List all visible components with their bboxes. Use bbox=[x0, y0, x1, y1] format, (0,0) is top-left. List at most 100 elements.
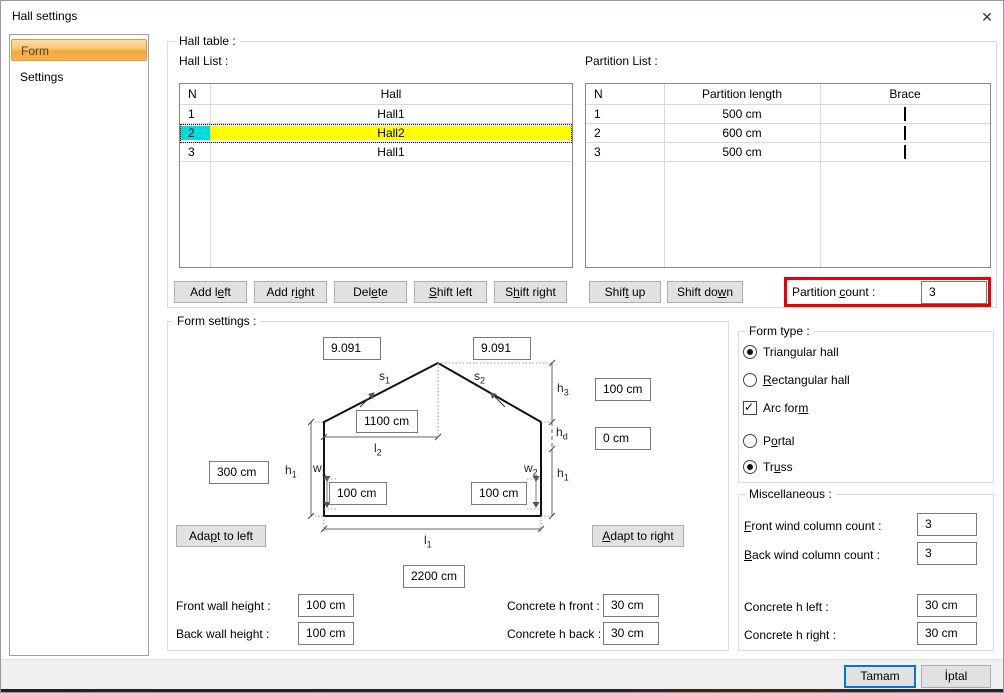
shift-up-button[interactable]: Shift up bbox=[589, 281, 661, 303]
concrete-h-left-input[interactable]: 30 cm bbox=[917, 594, 977, 617]
hall-list-header-row: N Hall bbox=[180, 84, 572, 105]
partition-row-3[interactable]: 3 500 cm bbox=[586, 143, 990, 162]
col-header-n: N bbox=[180, 87, 210, 101]
l1-input[interactable]: 2200 cm bbox=[403, 565, 465, 588]
cancel-button[interactable]: İptal bbox=[921, 665, 991, 688]
ok-button[interactable]: Tamam bbox=[844, 665, 916, 688]
add-left-button[interactable]: Add left bbox=[174, 281, 247, 303]
dim-label-h1-left: h1 bbox=[285, 463, 297, 479]
back-wind-column-count-label: Back wind column count : bbox=[744, 548, 880, 562]
cell-brace bbox=[820, 107, 990, 121]
checkbox-icon: ✓ bbox=[743, 401, 757, 415]
cell-n: 3 bbox=[180, 145, 210, 159]
adapt-to-right-button[interactable]: Adapt to right bbox=[592, 525, 684, 547]
radio-triangular-hall[interactable]: Triangular hall bbox=[743, 345, 839, 359]
hall-settings-dialog: Hall settings ✕ Form Settings Hall table… bbox=[0, 0, 1004, 693]
option-label: Arc form bbox=[763, 401, 808, 415]
slope-right-input[interactable]: 9.091 bbox=[473, 337, 531, 360]
partition-row-2[interactable]: 2 600 cm bbox=[586, 124, 990, 143]
h1-input[interactable]: 300 cm bbox=[209, 461, 269, 484]
shift-down-button[interactable]: Shift down bbox=[667, 281, 743, 303]
front-wall-height-label: Front wall height : bbox=[176, 599, 271, 613]
form-type-group-label: Form type : bbox=[745, 324, 814, 338]
cell-partition-length: 500 cm bbox=[664, 107, 820, 121]
front-wind-column-count-input[interactable]: 3 bbox=[917, 513, 977, 536]
cell-hall: Hall2 bbox=[210, 126, 572, 140]
concrete-h-back-label: Concrete h back : bbox=[507, 627, 601, 641]
concrete-h-right-input[interactable]: 30 cm bbox=[917, 622, 977, 645]
concrete-h-right-label: Concrete h right : bbox=[744, 628, 836, 642]
h3-input[interactable]: 100 cm bbox=[595, 378, 651, 401]
option-label: Triangular hall bbox=[763, 345, 839, 359]
dim-label-l1: l1 bbox=[424, 533, 432, 549]
hall-table-group-label: Hall table : bbox=[175, 34, 240, 48]
miscellaneous-group-label: Miscellaneous : bbox=[745, 487, 836, 501]
brace-checkbox[interactable] bbox=[904, 145, 906, 159]
concrete-h-left-label: Concrete h left : bbox=[744, 600, 829, 614]
brace-checkbox[interactable] bbox=[904, 126, 906, 140]
back-wall-height-input[interactable]: 100 cm bbox=[298, 622, 354, 645]
add-right-button[interactable]: Add right bbox=[254, 281, 327, 303]
partition-row-1[interactable]: 1 500 cm bbox=[586, 105, 990, 124]
shift-left-button[interactable]: Shift left bbox=[414, 281, 487, 303]
back-wall-height-label: Back wall height : bbox=[176, 627, 269, 641]
col-header-hall: Hall bbox=[210, 87, 572, 101]
hall-list-row-1[interactable]: 1 Hall1 bbox=[180, 105, 572, 124]
brace-checkbox[interactable] bbox=[904, 107, 906, 121]
dim-label-h1-right: h1 bbox=[557, 466, 569, 482]
radio-rectangular-hall[interactable]: Rectangular hall bbox=[743, 373, 850, 387]
cell-hall: Hall1 bbox=[210, 145, 572, 159]
hall-list-table: N Hall 1 Hall1 2 Hall2 3 Hall1 bbox=[179, 83, 573, 268]
shift-right-button[interactable]: Shift right bbox=[494, 281, 567, 303]
checkbox-arc-form[interactable]: ✓ Arc form bbox=[743, 401, 808, 415]
sidebar-item-form[interactable]: Form bbox=[11, 39, 147, 61]
radio-truss[interactable]: Truss bbox=[743, 460, 793, 474]
front-wall-height-input[interactable]: 100 cm bbox=[298, 594, 354, 617]
hd-input[interactable]: 0 cm bbox=[595, 427, 651, 450]
cell-n: 1 bbox=[180, 107, 210, 121]
adapt-to-left-button[interactable]: Adapt to left bbox=[176, 525, 266, 547]
radio-icon bbox=[743, 434, 757, 448]
partition-count-input[interactable]: 3 bbox=[921, 281, 987, 304]
dialog-title: Hall settings bbox=[12, 9, 77, 23]
sidebar: Form Settings bbox=[9, 34, 149, 656]
partition-list-label: Partition List : bbox=[585, 54, 658, 68]
screen-edge-strip bbox=[1, 689, 1004, 693]
l2-input[interactable]: 1100 cm bbox=[356, 410, 418, 433]
hall-list-row-3[interactable]: 3 Hall1 bbox=[180, 143, 572, 162]
cell-n: 1 bbox=[586, 107, 664, 121]
cell-n: 3 bbox=[586, 145, 664, 159]
hall-list-label: Hall List : bbox=[179, 54, 228, 68]
col-header-brace: Brace bbox=[820, 87, 990, 101]
cell-n: 2 bbox=[180, 126, 210, 140]
cell-brace bbox=[820, 145, 990, 159]
w2-input[interactable]: 100 cm bbox=[471, 482, 527, 505]
cell-hall: Hall1 bbox=[210, 107, 572, 121]
back-wind-column-count-input[interactable]: 3 bbox=[917, 542, 977, 565]
dim-label-w1: w1 bbox=[313, 461, 327, 477]
col-header-partition-length: Partition length bbox=[664, 87, 820, 101]
option-label: Rectangular hall bbox=[763, 373, 850, 387]
sidebar-item-settings[interactable]: Settings bbox=[11, 66, 147, 88]
cell-partition-length: 500 cm bbox=[664, 145, 820, 159]
radio-icon bbox=[743, 460, 757, 474]
concrete-h-front-input[interactable]: 30 cm bbox=[603, 594, 659, 617]
dim-label-hd: hd bbox=[556, 425, 568, 441]
hall-list-row-2-selected[interactable]: 2 Hall2 bbox=[180, 124, 572, 143]
front-wind-column-count-label: Front wind column count : bbox=[744, 519, 881, 533]
cell-partition-length: 600 cm bbox=[664, 126, 820, 140]
slope-left-input[interactable]: 9.091 bbox=[323, 337, 381, 360]
delete-button[interactable]: Delete bbox=[334, 281, 407, 303]
dim-label-s1: s1 bbox=[379, 369, 390, 385]
radio-portal[interactable]: Portal bbox=[743, 434, 794, 448]
cell-n: 2 bbox=[586, 126, 664, 140]
option-label: Truss bbox=[763, 460, 793, 474]
radio-icon bbox=[743, 373, 757, 387]
dim-label-h3: h3 bbox=[557, 381, 569, 397]
partition-count-label: Partition count : bbox=[792, 285, 875, 299]
concrete-h-back-input[interactable]: 30 cm bbox=[603, 622, 659, 645]
partition-list-table: N Partition length Brace 1 500 cm 2 600 … bbox=[585, 83, 991, 268]
cell-brace bbox=[820, 126, 990, 140]
close-icon[interactable]: ✕ bbox=[975, 6, 999, 28]
w1-input[interactable]: 100 cm bbox=[329, 482, 387, 505]
